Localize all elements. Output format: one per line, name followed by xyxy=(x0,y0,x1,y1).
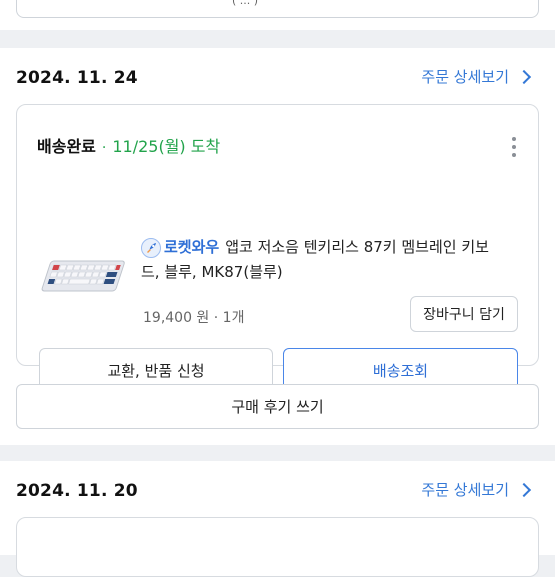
order-detail-link-label: 주문 상세보기 xyxy=(421,481,509,499)
order-card: 배송완료 · 11/25(월) 도착 로켓와우 앱코 저소음 텐키리스 87키 … xyxy=(16,104,539,393)
delivery-status: 배송완료 xyxy=(37,137,96,156)
product-name-line1[interactable]: 앱코 저소음 텐키리스 87키 멤브레인 키보 xyxy=(225,235,489,260)
status-separator: · xyxy=(101,140,107,156)
chevron-right-icon xyxy=(516,482,532,497)
order-section: 2024. 11. 24 주문 상세보기 배송완료 · 11/25(월) 도착 xyxy=(0,48,555,445)
order-detail-link-label: 주문 상세보기 xyxy=(421,68,509,86)
product-price: 19,400 원 · 1개 xyxy=(143,310,245,326)
arrival-date: 11/25(월) 도착 xyxy=(112,137,221,156)
more-vertical-icon[interactable] xyxy=(512,137,516,157)
order-date: 2024. 11. 20 xyxy=(16,481,138,501)
add-to-cart-button[interactable]: 장바구니 담기 xyxy=(410,296,518,332)
order-date: 2024. 11. 24 xyxy=(16,68,138,88)
order-section: 2024. 11. 20 주문 상세보기 xyxy=(0,461,555,577)
rocket-icon xyxy=(141,237,161,258)
previous-order-button[interactable] xyxy=(16,0,539,18)
product-info: 로켓와우 앱코 저소음 텐키리스 87키 멤브레인 키보 드, 블루, MK87… xyxy=(141,235,516,285)
delivery-status-row: 배송완료 · 11/25(월) 도착 xyxy=(37,133,220,157)
rocket-badge: 로켓와우 xyxy=(141,235,219,260)
previous-order-button-label: ( ... ) xyxy=(232,0,259,7)
order-detail-link[interactable]: 주문 상세보기 xyxy=(421,66,532,87)
write-review-button[interactable]: 구매 후기 쓰기 xyxy=(16,384,539,429)
chevron-right-icon xyxy=(516,69,532,84)
product-name-line2[interactable]: 드, 블루, MK87(블루) xyxy=(141,260,516,285)
rocket-badge-label: 로켓와우 xyxy=(164,238,220,256)
product-thumbnail[interactable] xyxy=(39,255,125,299)
order-detail-link[interactable]: 주문 상세보기 xyxy=(421,479,532,500)
order-card xyxy=(16,517,539,577)
